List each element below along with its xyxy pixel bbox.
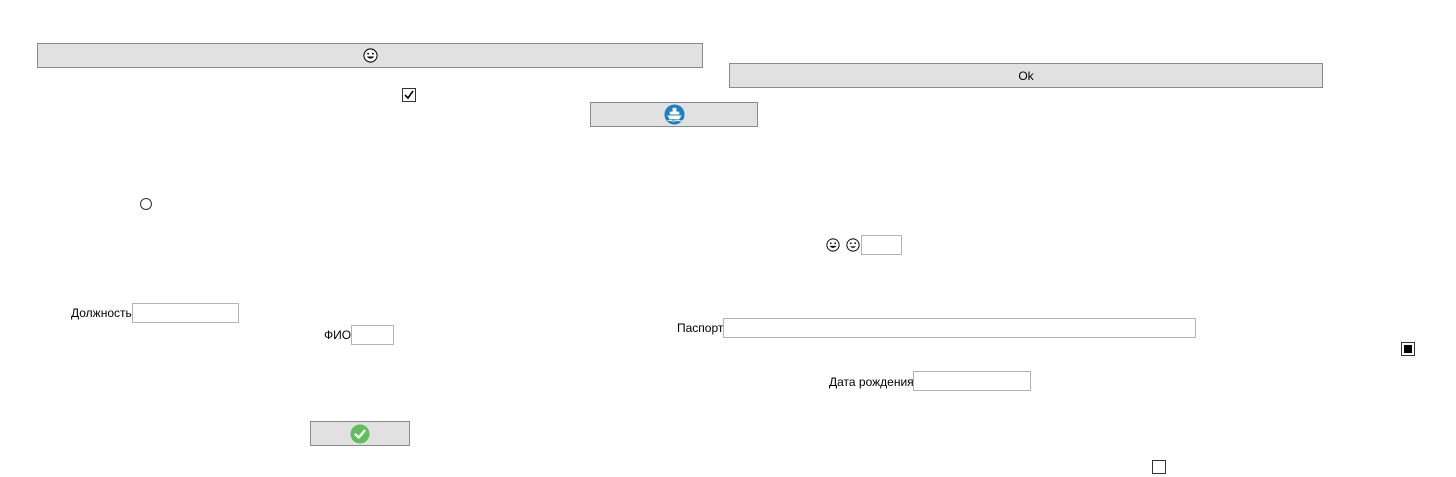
position-label: Должность [71, 306, 132, 320]
confirm-button[interactable] [310, 421, 410, 446]
position-field[interactable] [132, 303, 239, 323]
passport-label: Паспорт [677, 321, 724, 335]
birth-date-field[interactable] [913, 371, 1031, 391]
full-name-field[interactable] [351, 325, 394, 345]
full-name-label: ФИО [324, 328, 352, 342]
smiley-button[interactable] [37, 43, 703, 68]
green-checkmark-icon [350, 424, 370, 444]
grinning-face-icon [362, 48, 378, 63]
bottom-checkbox[interactable] [1152, 460, 1166, 474]
birth-date-label: Дата рождения [829, 375, 914, 389]
ok-button[interactable]: Ok [729, 63, 1323, 88]
checkmark-icon [404, 90, 414, 100]
smiling-face-icon [846, 238, 860, 252]
ship-icon [663, 104, 685, 125]
indeterminate-mark [1404, 345, 1412, 353]
ship-button[interactable] [590, 102, 758, 127]
small-input[interactable] [861, 235, 902, 255]
radio-button[interactable] [140, 198, 152, 210]
top-checkbox[interactable] [402, 88, 416, 102]
passport-field[interactable] [723, 318, 1196, 338]
ok-button-label: Ok [1018, 68, 1034, 83]
indeterminate-checkbox[interactable] [1401, 342, 1415, 356]
grinning-face-icon [826, 238, 840, 252]
